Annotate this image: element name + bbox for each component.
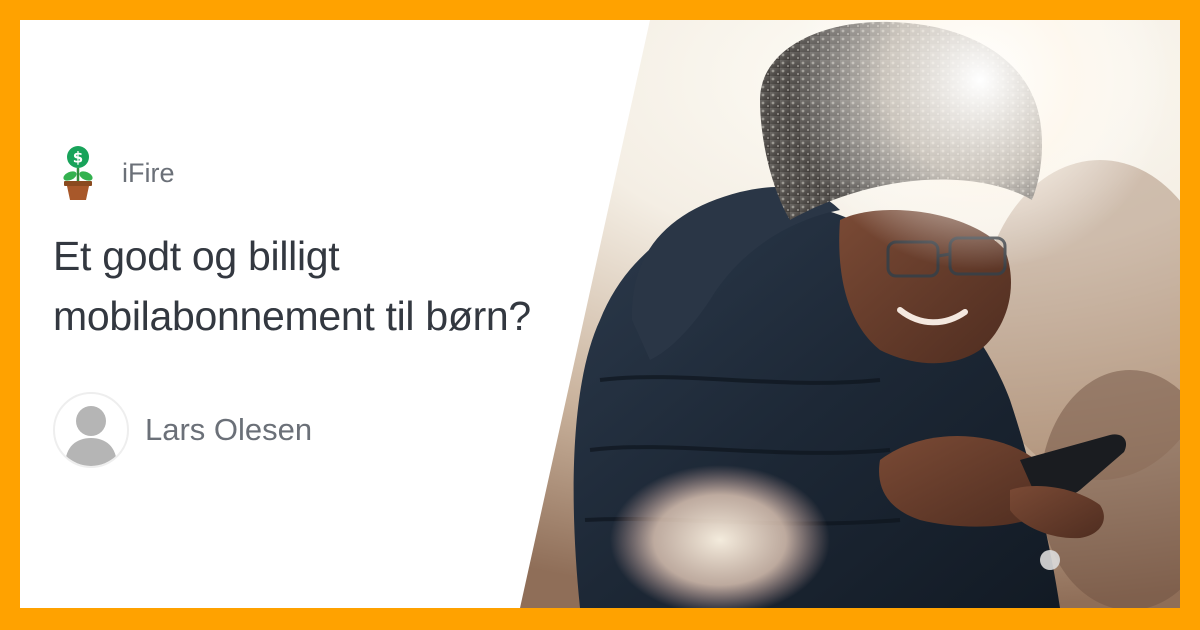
brand-name: iFire bbox=[122, 157, 175, 188]
brand[interactable]: $ iFire bbox=[60, 145, 175, 201]
money-plant-icon: $ bbox=[63, 146, 93, 200]
author[interactable]: Lars Olesen bbox=[53, 392, 312, 468]
article-title-line-2: mobilabonnement til børn? bbox=[53, 293, 531, 339]
author-name: Lars Olesen bbox=[145, 412, 313, 447]
article-title[interactable]: Et godt og billigt mobilabonnement til b… bbox=[53, 226, 613, 346]
share-card: $ iFire Et godt og billigt mobilabonneme… bbox=[20, 20, 1180, 608]
dollar-symbol: $ bbox=[73, 149, 83, 167]
default-user-avatar-icon bbox=[65, 406, 117, 466]
avatar bbox=[53, 392, 129, 468]
article-title-line-1: Et godt og billigt bbox=[53, 233, 340, 279]
